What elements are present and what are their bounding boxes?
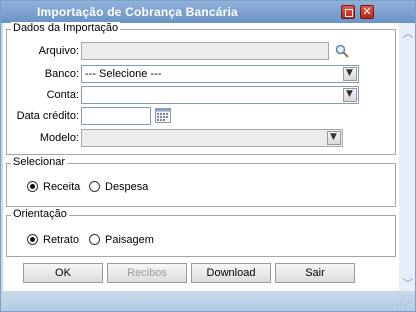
minimize-icon	[345, 9, 353, 17]
recibos-button[interactable]: Recibos	[107, 263, 187, 283]
close-icon: ✕	[362, 5, 372, 18]
dialog-window: Importação de Cobrança Bancária ✕ Dados …	[0, 0, 416, 312]
selecionar-group-legend: Selecionar	[11, 156, 67, 168]
banco-dropdown-button[interactable]: ▼	[343, 67, 357, 81]
receita-radio[interactable]	[27, 181, 38, 192]
import-group-legend: Dados da Importação	[11, 22, 121, 34]
retrato-label[interactable]: Retrato	[43, 234, 79, 246]
modelo-label: Modelo:	[39, 132, 79, 144]
modelo-select[interactable]: ▼	[81, 129, 343, 147]
paisagem-radio[interactable]	[89, 234, 100, 245]
chevron-down-icon: ▼	[346, 68, 353, 78]
conta-select[interactable]: ▼	[81, 86, 359, 104]
selecionar-group: Selecionar Receita Despesa	[6, 156, 396, 207]
modelo-dropdown-button[interactable]: ▼	[327, 131, 341, 145]
calendar-icon[interactable]	[155, 108, 171, 123]
search-icon[interactable]	[335, 44, 349, 58]
data-credito-label: Data crédito:	[16, 110, 79, 122]
sair-button[interactable]: Sair	[275, 263, 355, 283]
close-button[interactable]: ✕	[360, 5, 374, 19]
download-button[interactable]: Download	[191, 263, 271, 283]
paisagem-label[interactable]: Paisagem	[105, 234, 154, 246]
conta-dropdown-button[interactable]: ▼	[343, 88, 357, 102]
dialog-content: Dados da Importação Arquivo: Banco: --- …	[3, 22, 399, 291]
import-group: Dados da Importação Arquivo: Banco: --- …	[6, 22, 396, 155]
scroll-down-icon[interactable]: ﹀	[403, 275, 413, 290]
scroll-up-icon[interactable]: ︿	[403, 25, 413, 40]
minimize-button[interactable]	[341, 5, 355, 19]
title-bar[interactable]: Importação de Cobrança Bancária ✕	[1, 1, 415, 23]
arquivo-label: Arquivo:	[38, 45, 79, 57]
conta-label: Conta:	[46, 89, 79, 101]
banco-select[interactable]: --- Selecione --- ▼	[81, 65, 359, 83]
ok-button[interactable]: OK	[23, 263, 103, 283]
arquivo-field[interactable]	[81, 42, 329, 60]
despesa-radio[interactable]	[89, 181, 100, 192]
banco-label: Banco:	[44, 68, 79, 80]
window-title: Importação de Cobrança Bancária	[37, 5, 238, 19]
chevron-down-icon: ▼	[330, 132, 337, 142]
receita-label[interactable]: Receita	[43, 181, 80, 193]
vertical-scrollbar[interactable]: ︿ ﹀	[399, 23, 415, 291]
orientacao-group: Orientação Retrato Paisagem	[6, 208, 396, 257]
status-bar: ⋰⋰	[1, 291, 415, 311]
data-credito-field[interactable]	[81, 107, 151, 125]
banco-select-value: --- Selecione ---	[85, 68, 162, 80]
orientacao-group-legend: Orientação	[11, 208, 69, 220]
resize-grip-icon[interactable]: ⋰⋰	[396, 297, 413, 308]
chevron-down-icon: ▼	[346, 89, 353, 99]
button-row: OK Recibos Download Sair	[23, 263, 363, 283]
despesa-label[interactable]: Despesa	[105, 181, 148, 193]
retrato-radio[interactable]	[27, 234, 38, 245]
